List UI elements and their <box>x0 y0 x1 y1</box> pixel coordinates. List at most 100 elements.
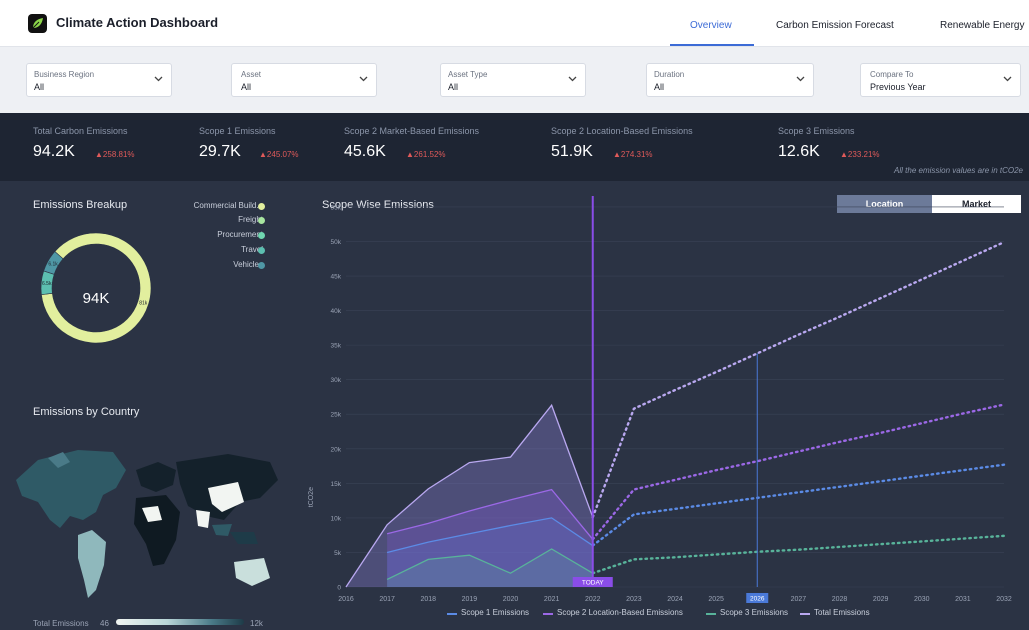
tab-carbon-emission-forecast[interactable]: Carbon Emission Forecast <box>776 20 894 31</box>
heatmap-max: 12k <box>250 619 263 628</box>
asset-select[interactable]: Asset All <box>231 63 377 97</box>
series-forecast-line[interactable] <box>591 534 1006 575</box>
x-tick-label: 2018 <box>420 596 436 603</box>
kpi-label: Scope 2 Market-Based Emissions <box>344 126 480 136</box>
country-title: Emissions by Country <box>33 406 140 418</box>
dashboard-app: Climate Action Dashboard Overview Carbon… <box>0 0 1029 630</box>
legend-label: Scope 3 Emissions <box>720 608 789 617</box>
x-tick-label: 2017 <box>379 596 395 603</box>
active-tab-indicator <box>670 44 754 46</box>
legend-label: Scope 1 Emissions <box>461 608 530 617</box>
filter-bar: Business Region All Asset All Asset Type… <box>0 47 1029 113</box>
tab-renewable-energy[interactable]: Renewable Energy <box>940 20 1025 31</box>
kpi-strip: Total Carbon Emissions 94.2K ▲258.81% Sc… <box>0 113 1029 181</box>
kpi-scope2-location: Scope 2 Location-Based Emissions 51.9K ▲… <box>551 126 693 160</box>
x-tick-label: 2031 <box>955 596 971 603</box>
kpi-scope3: Scope 3 Emissions 12.6K ▲233.21% <box>778 126 880 160</box>
legend-dot <box>258 262 265 269</box>
donut-slice[interactable] <box>41 232 152 344</box>
x-tick-label: 2030 <box>914 596 930 603</box>
chevron-down-icon <box>796 76 805 82</box>
x-tick-label: 2019 <box>462 596 478 603</box>
heatmap-legend-label: Total Emissions <box>33 619 89 628</box>
legend-dot <box>258 232 265 239</box>
chevron-down-icon <box>568 76 577 82</box>
filter-value: All <box>448 82 459 92</box>
legend-label: Commercial Build... <box>193 201 263 210</box>
app-title: Climate Action Dashboard <box>56 15 219 30</box>
y-tick-label: 15k <box>331 481 342 488</box>
hover-year-label: 2026 <box>750 596 765 603</box>
kpi-change: ▲233.21% <box>840 150 880 159</box>
kpi-label: Total Carbon Emissions <box>33 126 128 136</box>
y-tick-label: 25k <box>331 412 342 419</box>
tab-overview[interactable]: Overview <box>690 20 732 31</box>
kpi-value: 29.7K <box>199 143 241 160</box>
x-tick-label: 2029 <box>873 596 889 603</box>
legend-dot <box>258 203 265 210</box>
top-header: Climate Action Dashboard Overview Carbon… <box>0 0 1029 47</box>
kpi-value: 51.9K <box>551 143 593 160</box>
legend-dot <box>258 247 265 254</box>
scope-wise-emissions-chart: 0 5k 10k 15k 20k 25k 30k 35k 40k 45k 50k 55k tCO2e 20… <box>308 196 1012 603</box>
donut-slice-label: 6.5k <box>42 281 52 287</box>
filter-label: Asset <box>241 70 262 79</box>
kpi-change: ▲245.07% <box>259 150 299 159</box>
filter-value: All <box>654 82 665 92</box>
kpi-total-emissions: Total Carbon Emissions 94.2K ▲258.81% <box>33 126 135 160</box>
filter-label: Compare To <box>870 70 914 79</box>
y-tick-label: 20k <box>331 446 342 453</box>
y-tick-label: 40k <box>331 308 342 315</box>
legend-dot <box>258 217 265 224</box>
business-region-select[interactable]: Business Region All <box>26 63 172 97</box>
kpi-value: 12.6K <box>778 143 820 160</box>
donut-slice-label: 6.1k <box>48 261 58 267</box>
asset-type-select[interactable]: Asset Type All <box>440 63 586 97</box>
donut-center-value: 94K <box>82 290 110 307</box>
legend-swatch <box>800 613 810 615</box>
legend-swatch <box>706 613 716 615</box>
filter-value: All <box>241 82 252 92</box>
x-tick-label: 2020 <box>503 596 519 603</box>
donut-slice-label: 81k <box>139 301 148 307</box>
x-tick-label: 2027 <box>791 596 807 603</box>
x-tick-label: 2028 <box>832 596 848 603</box>
kpi-label: Scope 2 Location-Based Emissions <box>551 126 693 136</box>
series-forecast-line[interactable] <box>591 463 1006 547</box>
chevron-down-icon <box>154 76 163 82</box>
x-tick-label: 2023 <box>626 596 642 603</box>
compare-to-select[interactable]: Compare To Previous Year <box>860 63 1021 97</box>
y-tick-label: 45k <box>331 274 342 281</box>
legend-label: Scope 2 Location-Based Emissions <box>557 608 683 617</box>
kpi-label: Scope 3 Emissions <box>778 126 855 136</box>
x-tick-label: 2022 <box>585 596 601 603</box>
y-tick-label: 10k <box>331 515 342 522</box>
world-choropleth-map[interactable] <box>8 440 288 610</box>
kpi-change: ▲274.31% <box>613 150 653 159</box>
heatmap-scale-bar <box>116 619 244 625</box>
filter-label: Duration <box>654 70 685 79</box>
x-tick-label: 2016 <box>338 596 354 603</box>
y-tick-label: 5k <box>334 550 342 557</box>
filter-label: Asset Type <box>448 70 488 79</box>
chevron-down-icon <box>359 76 368 82</box>
y-tick-label: 0 <box>337 585 341 592</box>
leaf-logo-icon <box>28 14 47 33</box>
kpi-units-note: All the emission values are in tCO2e <box>894 166 1023 175</box>
heatmap-min: 46 <box>100 619 109 628</box>
kpi-scope1: Scope 1 Emissions 29.7K ▲245.07% <box>199 126 299 160</box>
kpi-scope2-market: Scope 2 Market-Based Emissions 45.6K ▲26… <box>344 126 480 160</box>
filter-value: Previous Year <box>870 82 926 92</box>
emissions-donut-chart: 81k 6.5k 6.1k <box>40 232 152 344</box>
y-tick-label: 35k <box>331 343 342 350</box>
x-tick-label: 2021 <box>544 596 560 603</box>
y-tick-label: 55k <box>331 204 342 211</box>
kpi-value: 45.6K <box>344 143 386 160</box>
duration-select[interactable]: Duration All <box>646 63 814 97</box>
y-axis-label: tCO2e <box>308 487 315 507</box>
legend-label: Total Emissions <box>814 608 870 617</box>
x-tick-label: 2032 <box>996 596 1012 603</box>
legend-swatch <box>543 613 553 615</box>
kpi-change: ▲258.81% <box>95 150 135 159</box>
filter-label: Business Region <box>34 70 95 79</box>
